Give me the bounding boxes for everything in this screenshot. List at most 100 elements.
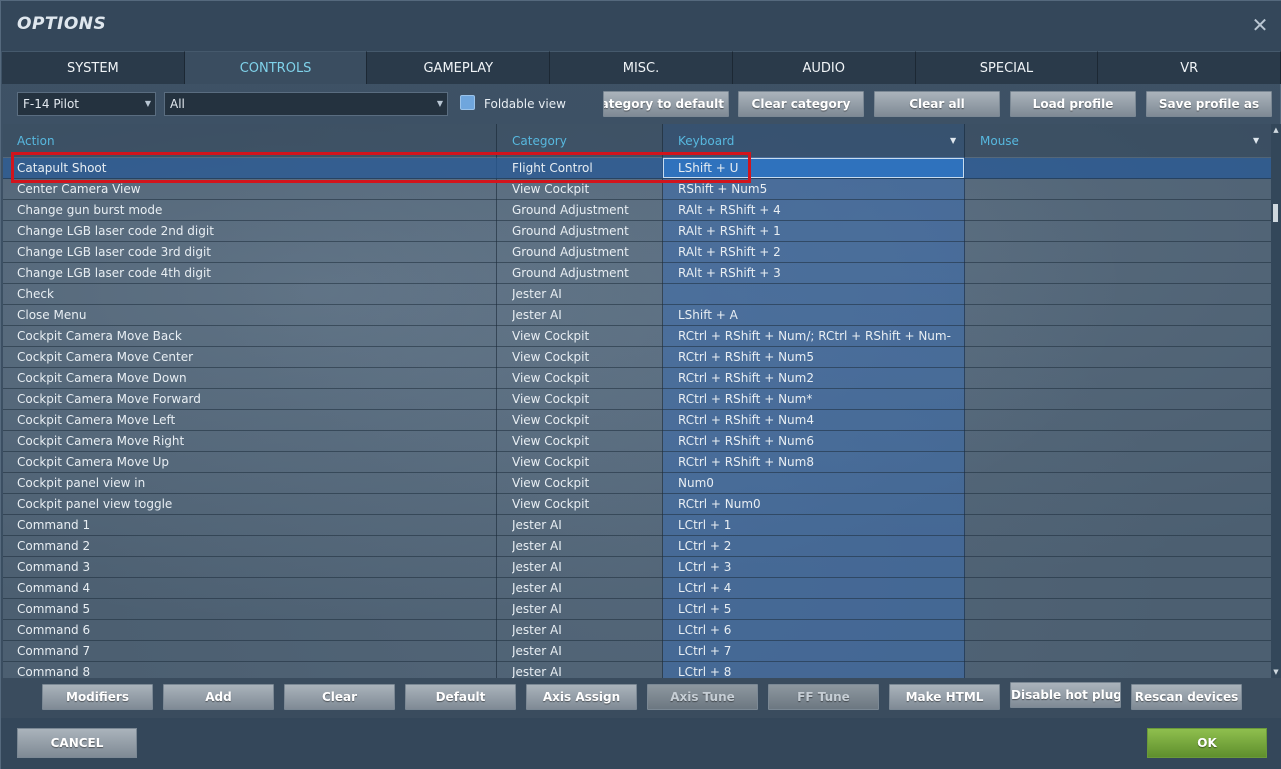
tab-controls[interactable]: CONTROLS <box>184 51 368 84</box>
disable-hot-plug-button[interactable]: Disable hot plug <box>1010 682 1121 708</box>
add-button[interactable]: Add <box>163 684 274 710</box>
category-cell: Jester AI <box>512 518 562 532</box>
tab-audio[interactable]: AUDIO <box>732 51 916 84</box>
load-profile-button[interactable]: Load profile <box>1010 91 1136 117</box>
keyboard-cell: LCtrl + 7 <box>678 644 732 658</box>
category-cell: View Cockpit <box>512 392 590 406</box>
keyboard-cell: LShift + A <box>678 308 738 322</box>
keyboard-cell: RAlt + RShift + 1 <box>678 224 781 238</box>
tab-special[interactable]: SPECIAL <box>915 51 1099 84</box>
table-row[interactable]: Cockpit Camera Move Center View Cockpit RC… <box>3 347 1271 368</box>
table-row[interactable]: Change gun burst mode Ground Adjustment RA… <box>3 200 1271 221</box>
category-cell: View Cockpit <box>512 182 590 196</box>
category-select[interactable]: All ▼ <box>164 92 448 116</box>
reset-category-button[interactable]: Reset category to default <box>603 91 729 117</box>
table-row[interactable]: Cockpit Camera Move Up View Cockpit RCtrl … <box>3 452 1271 473</box>
table-row[interactable]: Cockpit Camera Move Down View Cockpit RCtr… <box>3 368 1271 389</box>
table-row[interactable]: Command 2 Jester AI LCtrl + 2 <box>3 536 1271 557</box>
window-title: OPTIONS <box>17 14 107 34</box>
header-mouse[interactable]: Mouse <box>980 134 1019 148</box>
table-row[interactable]: Command 6 Jester AI LCtrl + 6 <box>3 620 1271 641</box>
ok-button[interactable]: OK <box>1147 728 1267 758</box>
table-row[interactable]: Command 7 Jester AI LCtrl + 7 <box>3 641 1271 662</box>
keyboard-cell: RShift + Num5 <box>678 182 768 196</box>
ff-tune-button[interactable]: FF Tune <box>768 684 879 710</box>
table-row[interactable]: Close Menu Jester AI LShift + A <box>3 305 1271 326</box>
action-cell: Catapult Shoot <box>17 161 107 175</box>
action-toolbar: Modifiers Add Clear Default Axis Assign … <box>1 678 1281 718</box>
table-row[interactable]: Cockpit panel view in View Cockpit Num0 <box>3 473 1271 494</box>
category-cell: View Cockpit <box>512 434 590 448</box>
table-row[interactable]: Cockpit Camera Move Left View Cockpit RCtr… <box>3 410 1271 431</box>
close-icon[interactable]: ✕ <box>1250 13 1270 37</box>
table-row[interactable]: Cockpit Camera Move Back View Cockpit RCtr… <box>3 326 1271 347</box>
table-row[interactable]: Change LGB laser code 3rd digit Ground Ad… <box>3 242 1271 263</box>
table-row[interactable]: Change LGB laser code 2nd digit Ground Ad… <box>3 221 1271 242</box>
table-row[interactable]: Command 8 Jester AI LCtrl + 8 <box>3 662 1271 678</box>
table-row[interactable]: Cockpit Camera Move Right View Cockpit RCt… <box>3 431 1271 452</box>
clear-button[interactable]: Clear <box>284 684 395 710</box>
category-cell: Ground Adjustment <box>512 203 629 217</box>
action-cell: Command 7 <box>17 644 91 658</box>
keyboard-cell: RCtrl + RShift + Num* <box>678 392 813 406</box>
bindings-table: Action Category Keyboard ▼ Mouse ▼ Catap… <box>3 124 1271 678</box>
category-cell: Jester AI <box>512 665 562 678</box>
table-row[interactable]: Command 1 Jester AI LCtrl + 1 <box>3 515 1271 536</box>
chevron-down-icon: ▼ <box>144 99 151 108</box>
foldable-view-checkbox[interactable] <box>460 95 475 110</box>
table-row[interactable]: Check Jester AI <box>3 284 1271 305</box>
table-row[interactable]: Cockpit Camera Move Forward View Cockpit R… <box>3 389 1271 410</box>
action-cell: Change LGB laser code 3rd digit <box>17 245 212 259</box>
action-cell: Command 1 <box>17 518 91 532</box>
header-action[interactable]: Action <box>17 134 55 148</box>
keyboard-cell: RAlt + RShift + 3 <box>678 266 781 280</box>
table-row[interactable]: Command 4 Jester AI LCtrl + 4 <box>3 578 1271 599</box>
table-row[interactable]: Cockpit panel view toggle View Cockpit RCt… <box>3 494 1271 515</box>
scroll-thumb[interactable] <box>1273 204 1278 222</box>
table-row[interactable]: Center Camera View View Cockpit RShift + N… <box>3 179 1271 200</box>
tab-vr[interactable]: VR <box>1098 51 1281 84</box>
table-row[interactable]: Command 3 Jester AI LCtrl + 3 <box>3 557 1271 578</box>
keyboard-cell: RCtrl + RShift + Num8 <box>678 455 814 469</box>
rescan-devices-button[interactable]: Rescan devices <box>1131 684 1242 710</box>
tab-misc[interactable]: MISC. <box>550 51 733 84</box>
save-profile-button[interactable]: Save profile as <box>1146 91 1272 117</box>
action-cell: Close Menu <box>17 308 87 322</box>
action-cell: Command 4 <box>17 581 91 595</box>
clear-all-button[interactable]: Clear all <box>874 91 1000 117</box>
table-scrollbar[interactable]: ▲ ▼ <box>1271 124 1281 678</box>
scroll-up-icon[interactable]: ▲ <box>1272 126 1280 134</box>
action-cell: Center Camera View <box>17 182 141 196</box>
category-cell: View Cockpit <box>512 350 590 364</box>
default-button[interactable]: Default <box>405 684 516 710</box>
table-row[interactable]: Change LGB laser code 4th digit Ground Ad… <box>3 263 1271 284</box>
action-cell: Command 3 <box>17 560 91 574</box>
reset-category-label: Reset category to default <box>604 97 724 111</box>
keyboard-cell: LCtrl + 3 <box>678 560 732 574</box>
aircraft-select[interactable]: F-14 Pilot ▼ <box>17 92 156 116</box>
make-html-button[interactable]: Make HTML <box>889 684 1000 710</box>
tab-system[interactable]: SYSTEM <box>2 51 185 84</box>
keyboard-cell: LCtrl + 8 <box>678 665 732 678</box>
tab-gameplay[interactable]: GAMEPLAY <box>367 51 551 84</box>
mouse-dropdown-icon[interactable]: ▼ <box>1253 136 1259 145</box>
scroll-down-icon[interactable]: ▼ <box>1272 668 1280 676</box>
header-keyboard[interactable]: Keyboard <box>678 134 734 148</box>
action-cell: Cockpit panel view toggle <box>17 497 173 511</box>
table-row[interactable]: Command 5 Jester AI LCtrl + 5 <box>3 599 1271 620</box>
action-cell: Cockpit Camera Move Forward <box>17 392 201 406</box>
table-row[interactable]: Catapult Shoot Flight Control LShift + U <box>3 158 1271 179</box>
keyboard-cell: RCtrl + RShift + Num/; RCtrl + RShift + … <box>678 329 951 343</box>
category-cell: Jester AI <box>512 287 562 301</box>
keyboard-dropdown-icon[interactable]: ▼ <box>950 136 956 145</box>
category-cell: Ground Adjustment <box>512 224 629 238</box>
category-cell: Ground Adjustment <box>512 266 629 280</box>
cancel-button[interactable]: CANCEL <box>17 728 137 758</box>
clear-category-button[interactable]: Clear category <box>738 91 864 117</box>
header-category[interactable]: Category <box>512 134 567 148</box>
table-header: Action Category Keyboard ▼ Mouse ▼ <box>3 124 1271 157</box>
axis-assign-button[interactable]: Axis Assign <box>526 684 637 710</box>
modifiers-button[interactable]: Modifiers <box>42 684 153 710</box>
action-cell: Command 8 <box>17 665 91 678</box>
axis-tune-button[interactable]: Axis Tune <box>647 684 758 710</box>
